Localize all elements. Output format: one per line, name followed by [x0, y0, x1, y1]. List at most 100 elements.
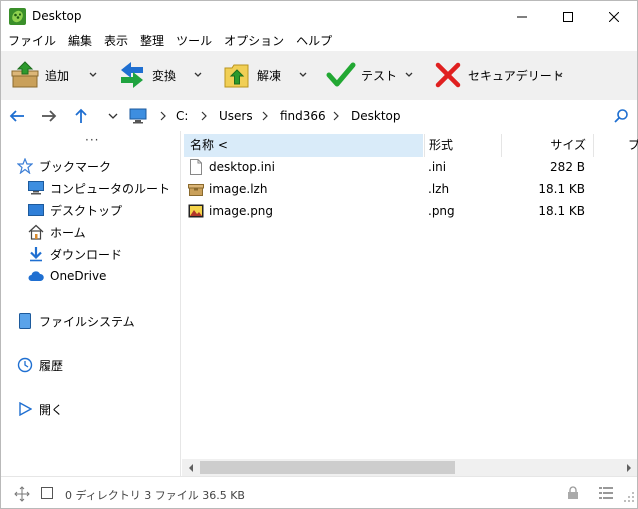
close-icon [609, 11, 619, 22]
sidebar-item-label: コンピュータのルート [50, 181, 171, 196]
ini-file-icon [190, 159, 202, 175]
close-button[interactable] [591, 1, 637, 32]
table-row[interactable]: image.lzh .lzh 18.1 KB [182, 178, 637, 200]
column-header-more[interactable]: プ [593, 134, 638, 157]
sidebar-item-label: ホーム [50, 225, 86, 240]
chevron-right-icon [160, 111, 166, 121]
caret-right-icon [626, 463, 631, 472]
move-icon[interactable] [14, 486, 30, 502]
file-list: 名称 < 形式 サイズ プ desktop.ini .ini 282 B ima… [182, 131, 638, 476]
sidebar-open[interactable]: 開く [17, 399, 63, 419]
checkbox-icon[interactable] [41, 487, 53, 499]
crumb-users[interactable]: Users [219, 109, 253, 123]
lock-icon[interactable] [567, 486, 579, 500]
file-name: image.png [209, 204, 274, 218]
menu-options[interactable]: オプション [218, 32, 290, 51]
crumb-user[interactable]: find366 [280, 109, 326, 123]
arrow-right-icon [42, 110, 57, 122]
sidebar-bookmarks[interactable]: ブックマーク [17, 156, 111, 176]
menu-help[interactable]: ヘルプ [290, 32, 338, 51]
sidebar: ··· ブックマーク コンピュータのルート デスクトップ ホーム ダウンロード … [1, 131, 181, 476]
archive-icon [188, 184, 204, 196]
minimize-icon [517, 16, 527, 17]
details-view-icon[interactable] [599, 487, 613, 499]
test-label: テスト [361, 68, 398, 83]
minimize-button[interactable] [499, 1, 545, 32]
check-icon [326, 62, 356, 87]
sidebar-history[interactable]: 履歴 [17, 355, 63, 375]
secure-delete-button[interactable]: セキュアデリート [433, 60, 564, 90]
convert-dropdown-icon[interactable] [192, 69, 204, 81]
file-type: .ini [428, 160, 447, 174]
extract-button[interactable]: 解凍 [222, 60, 281, 90]
menu-edit[interactable]: 編集 [62, 32, 98, 51]
menu-organize[interactable]: 整理 [134, 32, 170, 51]
convert-label: 変換 [152, 68, 177, 83]
file-size: 18.1 KB [538, 204, 585, 218]
computer-icon[interactable] [129, 108, 147, 124]
computer-icon [28, 181, 44, 195]
image-file-icon [188, 204, 204, 218]
sidebar-filesystem-label: ファイルシステム [39, 314, 135, 329]
add-label: 追加 [45, 68, 70, 83]
scrollbar-thumb[interactable] [200, 461, 455, 474]
menu-bar: ファイル 編集 表示 整理 ツール オプション ヘルプ [1, 32, 637, 51]
add-button[interactable]: 追加 [10, 60, 69, 90]
maximize-icon [563, 11, 573, 22]
sidebar-open-label: 開く [39, 402, 64, 417]
window-title: Desktop [32, 9, 82, 23]
menu-view[interactable]: 表示 [98, 32, 134, 51]
file-type: .png [428, 204, 455, 218]
maximize-button[interactable] [545, 1, 591, 32]
status-bar: 0 ディレクトリ 3 ファイル 36.5 KB [1, 476, 637, 508]
sidebar-item-label: ダウンロード [50, 247, 123, 262]
back-button[interactable] [7, 106, 27, 126]
file-name: desktop.ini [209, 160, 275, 174]
forward-button[interactable] [39, 106, 59, 126]
up-button[interactable] [71, 106, 91, 126]
sidebar-item-label: デスクトップ [50, 203, 123, 218]
test-button[interactable]: テスト [326, 60, 397, 90]
column-header-type[interactable]: 形式 [424, 134, 500, 157]
caret-left-icon [188, 463, 193, 472]
crumb-drive[interactable]: C: [176, 109, 188, 123]
extract-folder-icon [224, 64, 249, 88]
crumb-desktop[interactable]: Desktop [351, 109, 401, 123]
add-archive-icon [11, 61, 39, 88]
sidebar-bookmarks-label: ブックマーク [39, 159, 112, 174]
extract-dropdown-icon[interactable] [297, 69, 309, 81]
delete-dropdown-icon[interactable] [553, 69, 565, 81]
delete-x-icon [435, 62, 461, 88]
resize-grip-icon[interactable] [623, 491, 635, 503]
table-row[interactable]: image.png .png 18.1 KB [182, 200, 637, 222]
sidebar-filesystem[interactable]: ファイルシステム [17, 311, 135, 331]
scroll-right-button[interactable] [620, 459, 637, 476]
convert-button[interactable]: 変換 [117, 60, 176, 90]
sidebar-item-desktop[interactable]: デスクトップ [28, 200, 122, 220]
star-icon [17, 158, 33, 174]
sidebar-item-label: OneDrive [50, 269, 107, 283]
menu-tools[interactable]: ツール [170, 32, 218, 51]
add-dropdown-icon[interactable] [87, 69, 99, 81]
search-icon[interactable] [613, 108, 629, 124]
arrow-left-icon [9, 110, 24, 122]
file-type: .lzh [428, 182, 450, 196]
sidebar-item-onedrive[interactable]: OneDrive [28, 266, 106, 286]
toolbar: 追加 変換 解凍 テスト セキュアデリート [1, 51, 637, 100]
scroll-left-button[interactable] [182, 459, 199, 476]
sidebar-item-computer-root[interactable]: コンピュータのルート [28, 178, 170, 198]
cloud-icon [28, 271, 44, 281]
column-header-name[interactable]: 名称 < [184, 134, 423, 157]
table-row[interactable]: desktop.ini .ini 282 B [182, 156, 637, 178]
horizontal-scrollbar[interactable] [182, 459, 637, 476]
column-header-size[interactable]: サイズ [501, 134, 592, 157]
sidebar-more[interactable]: ··· [85, 133, 99, 147]
test-dropdown-icon[interactable] [403, 69, 415, 81]
home-icon [28, 224, 44, 240]
sidebar-item-home[interactable]: ホーム [28, 222, 86, 242]
file-size: 18.1 KB [538, 182, 585, 196]
sidebar-item-downloads[interactable]: ダウンロード [28, 244, 122, 264]
history-dropdown-icon[interactable] [107, 111, 119, 121]
address-bar: C: Users find366 Desktop [1, 100, 637, 131]
menu-file[interactable]: ファイル [1, 32, 62, 51]
